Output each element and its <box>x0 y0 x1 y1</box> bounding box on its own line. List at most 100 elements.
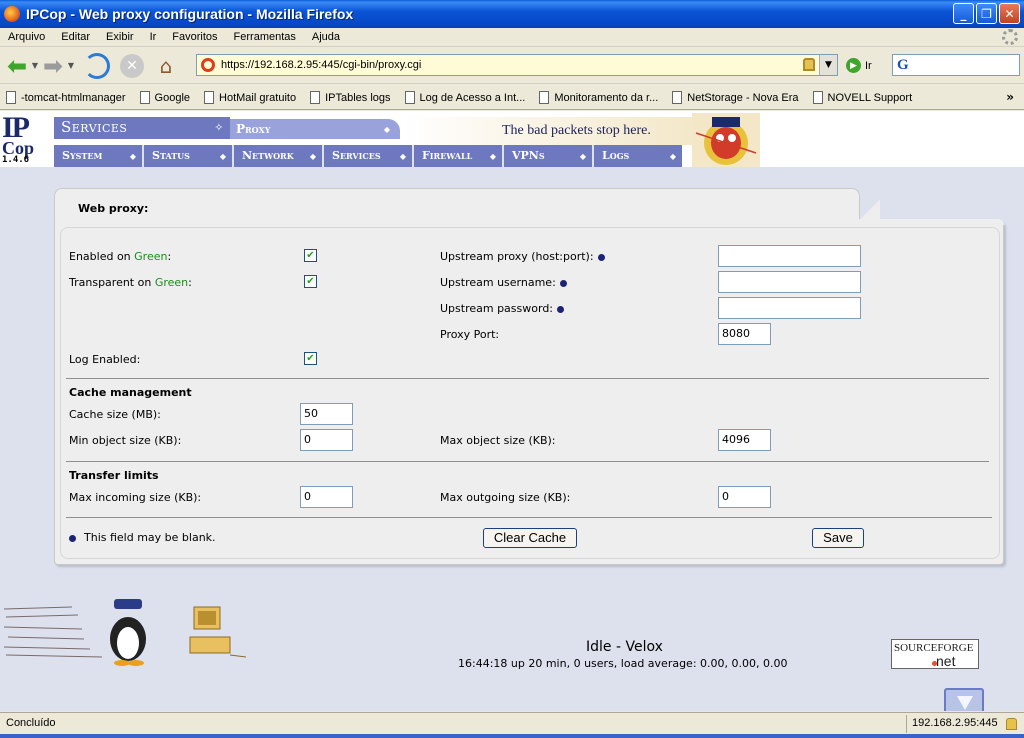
status-host: 192.168.2.95:445 <box>912 717 998 729</box>
stop-icon[interactable]: ✕ <box>120 53 144 78</box>
menu-arquivo[interactable]: Arquivo <box>0 31 53 43</box>
menu-favoritos[interactable]: Favoritos <box>164 31 225 43</box>
back-history-dropdown[interactable]: ▼ <box>30 52 40 80</box>
firefox-icon <box>4 6 20 22</box>
menu-ir[interactable]: Ir <box>142 31 165 43</box>
enabled-green-checkbox[interactable]: ✔ <box>304 249 317 262</box>
bookmark-item[interactable]: Monitoramento da r... <box>533 91 666 104</box>
upstream-username-input[interactable] <box>718 271 861 293</box>
secure-lock-icon[interactable] <box>1006 718 1017 730</box>
reload-icon[interactable] <box>84 52 110 79</box>
min-object-size-label: Min object size (KB): <box>69 434 182 447</box>
address-bar[interactable]: https://192.168.2.95:445/cgi-bin/proxy.c… <box>196 54 838 76</box>
nav-logs[interactable]: Logs ◆ <box>594 145 682 167</box>
bookmark-item[interactable]: HotMail gratuito <box>198 91 304 104</box>
menu-ferramentas[interactable]: Ferramentas <box>226 31 304 43</box>
min-object-size-input[interactable]: 0 <box>300 429 353 451</box>
bookmarks-toolbar: -tomcat-htmlmanager Google HotMail gratu… <box>0 86 1024 110</box>
menu-editar[interactable]: Editar <box>53 31 98 43</box>
menu-bar: Arquivo Editar Exibir Ir Favoritos Ferra… <box>0 28 1024 47</box>
version-label: 1.4.6 <box>2 155 30 165</box>
bookmark-item[interactable]: -tomcat-htmlmanager <box>0 91 134 104</box>
nav-label: Status <box>152 149 190 162</box>
nav-firewall[interactable]: Firewall ◆ <box>414 145 504 167</box>
ipcop-logo: IP Cop 1.4.6 <box>2 113 50 167</box>
download-arrow-icon[interactable] <box>944 688 984 711</box>
box-top-fill <box>860 219 1004 225</box>
upstream-username-label: Upstream username: <box>440 276 567 289</box>
bookmark-item[interactable]: IPTables logs <box>304 91 398 104</box>
proxy-port-input[interactable]: 8080 <box>718 323 771 345</box>
go-button[interactable]: ▶ Ir <box>846 58 872 73</box>
home-icon[interactable]: ⌂ <box>154 54 178 78</box>
cop-mascot-icon <box>692 113 760 167</box>
google-icon[interactable]: G <box>897 57 909 74</box>
nav-system[interactable]: System ◆ <box>54 145 144 167</box>
box-tab <box>54 188 860 222</box>
window-controls: _ ❐ ✕ <box>953 3 1020 24</box>
green-word: Green <box>154 276 189 289</box>
sourceforge-logo[interactable]: SOURCEFORGE net <box>891 639 979 669</box>
forward-icon[interactable]: ➡ <box>40 54 66 78</box>
nav-label: Services <box>332 149 381 162</box>
back-icon[interactable]: ⬅ <box>4 54 30 78</box>
cache-heading: Cache management <box>69 386 192 399</box>
throbber-icon <box>1002 29 1018 45</box>
nav-status[interactable]: Status ◆ <box>144 145 234 167</box>
page-icon <box>139 91 150 104</box>
bookmark-item[interactable]: Google <box>134 91 198 104</box>
forward-history-dropdown[interactable]: ▼ <box>66 52 76 80</box>
lock-icon[interactable] <box>803 58 815 71</box>
close-button[interactable]: ✕ <box>999 3 1020 24</box>
transfer-heading: Transfer limits <box>69 469 159 482</box>
nav-services[interactable]: Services ◆ <box>324 145 414 167</box>
save-button[interactable]: Save <box>812 528 864 548</box>
clear-cache-button[interactable]: Clear Cache <box>483 528 577 548</box>
divider <box>66 378 989 379</box>
maximize-button[interactable]: ❐ <box>976 3 997 24</box>
bookmarks-more-button[interactable]: » <box>1006 90 1014 104</box>
search-input[interactable]: G <box>892 54 1020 76</box>
section-title: Services ✧ <box>54 117 230 139</box>
logo-cop: Cop <box>2 138 35 158</box>
diamond-icon: ◆ <box>219 151 226 161</box>
minimize-button[interactable]: _ <box>953 3 974 24</box>
bookmark-item[interactable]: NetStorage - Nova Era <box>666 91 806 104</box>
upstream-password-input[interactable] <box>718 297 861 319</box>
max-incoming-label: Max incoming size (KB): <box>69 491 202 504</box>
sf-text: SOURCEFORGE <box>894 642 974 654</box>
upstream-proxy-input[interactable] <box>718 245 861 267</box>
sf-net-text: net <box>936 653 956 669</box>
blank-note-text: This field may be blank. <box>84 531 216 544</box>
bookmark-label: NetStorage - Nova Era <box>687 91 799 104</box>
max-object-size-label: Max object size (KB): <box>440 434 556 447</box>
max-incoming-input[interactable]: 0 <box>300 486 353 508</box>
diamond-icon: ◆ <box>579 151 586 161</box>
max-outgoing-input[interactable]: 0 <box>718 486 771 508</box>
cache-size-input[interactable]: 50 <box>300 403 353 425</box>
go-label: Ir <box>865 59 872 72</box>
bookmark-item[interactable]: Log de Acesso a Int... <box>399 91 534 104</box>
url-dropdown[interactable]: ▼ <box>819 55 837 75</box>
upstream-proxy-label: Upstream proxy (host:port): <box>440 250 605 263</box>
menu-ajuda[interactable]: Ajuda <box>304 31 348 43</box>
optional-dot-icon <box>69 534 76 542</box>
tux-cop-icon <box>3 599 246 666</box>
blank-note: This field may be blank. <box>69 531 216 544</box>
nav-label: Firewall <box>422 149 473 162</box>
transparent-green-checkbox[interactable]: ✔ <box>304 275 317 288</box>
bookmark-label: IPTables logs <box>325 91 391 104</box>
url-text[interactable]: https://192.168.2.95:445/cgi-bin/proxy.c… <box>221 59 421 71</box>
uptime-text: 16:44:18 up 20 min, 0 users, load averag… <box>458 657 788 670</box>
page-icon <box>812 91 823 104</box>
subsection-tab-proxy[interactable]: Proxy ◆ <box>230 119 400 139</box>
proxy-port-label: Proxy Port: <box>440 328 500 341</box>
log-enabled-checkbox[interactable]: ✔ <box>304 352 317 365</box>
transparent-green-label: Transparent on Green: <box>69 276 192 289</box>
nav-network[interactable]: Network ◆ <box>234 145 324 167</box>
menu-exibir[interactable]: Exibir <box>98 31 142 43</box>
bookmark-item[interactable]: NOVELL Support <box>807 91 921 104</box>
nav-vpns[interactable]: VPNs ◆ <box>504 145 594 167</box>
optional-dot-icon <box>597 253 605 261</box>
max-object-size-input[interactable]: 4096 <box>718 429 771 451</box>
